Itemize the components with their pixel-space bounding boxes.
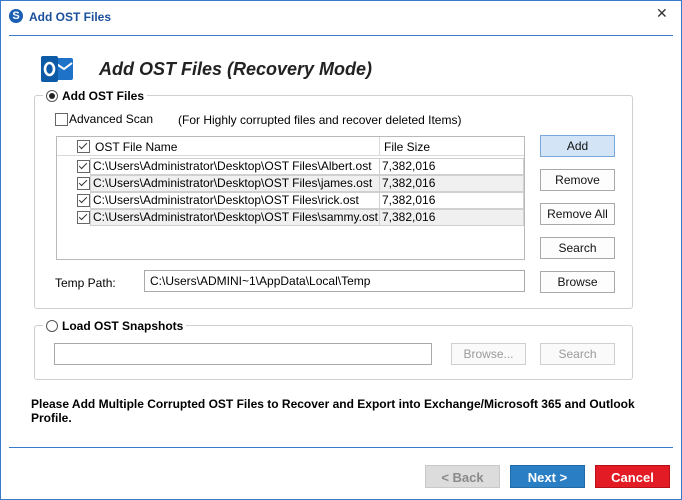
app-logo-icon: S [9, 9, 23, 23]
table-row[interactable]: C:\Users\Administrator\Desktop\OST Files… [57, 209, 524, 226]
row-file-size: 7,382,016 [382, 193, 436, 207]
row-file-name: C:\Users\Administrator\Desktop\OST Files… [93, 159, 372, 173]
browse-button[interactable]: Browse [540, 271, 615, 293]
row-checkbox[interactable] [77, 160, 90, 173]
window-title: Add OST Files [29, 10, 112, 24]
advanced-scan-hint: (For Highly corrupted files and recover … [178, 113, 462, 127]
row-file-size: 7,382,016 [382, 176, 436, 190]
row-file-size: 7,382,016 [382, 159, 436, 173]
table-row[interactable]: C:\Users\Administrator\Desktop\OST Files… [57, 175, 524, 192]
title-bar: S Add OST Files ✕ [1, 1, 681, 31]
add-ost-legend: Add OST Files [62, 89, 145, 103]
back-button[interactable]: < Back [425, 465, 500, 488]
radio-unselected-icon [46, 320, 58, 332]
next-button[interactable]: Next > [510, 465, 585, 488]
load-snapshot-radio[interactable]: Load OST Snapshots [43, 319, 187, 333]
close-icon[interactable]: ✕ [656, 5, 668, 22]
page-title: Add OST Files (Recovery Mode) [99, 59, 373, 79]
temp-path-input[interactable]: C:\Users\ADMINI~1\AppData\Local\Temp [144, 270, 525, 292]
row-file-name: C:\Users\Administrator\Desktop\OST Files… [93, 193, 359, 207]
row-file-name: C:\Users\Administrator\Desktop\OST Files… [93, 176, 373, 190]
select-all-checkbox[interactable] [77, 140, 90, 153]
row-checkbox[interactable] [77, 177, 90, 190]
cancel-button[interactable]: Cancel [595, 465, 670, 488]
add-ost-radio[interactable]: Add OST Files [43, 89, 148, 103]
remove-all-button[interactable]: Remove All [540, 203, 615, 225]
column-header-size[interactable]: File Size [384, 140, 430, 154]
instruction-note: Please Add Multiple Corrupted OST Files … [31, 397, 635, 425]
snapshot-search-button[interactable]: Search [540, 343, 615, 365]
row-checkbox[interactable] [77, 211, 90, 224]
search-button[interactable]: Search [540, 237, 615, 259]
remove-button[interactable]: Remove [540, 169, 615, 191]
title-divider [9, 35, 673, 36]
temp-path-label: Temp Path: [55, 276, 116, 290]
row-file-name: C:\Users\Administrator\Desktop\OST Files… [93, 210, 378, 224]
row-file-size: 7,382,016 [382, 210, 436, 224]
advanced-scan-label: Advanced Scan [69, 112, 154, 126]
table-row[interactable]: C:\Users\Administrator\Desktop\OST Files… [57, 158, 524, 175]
footer-divider [9, 447, 673, 448]
column-header-name[interactable]: OST File Name [95, 140, 177, 154]
table-header: OST File Name File Size [57, 137, 524, 156]
ost-file-table: OST File Name File Size C:\Users\Adminis… [56, 136, 525, 260]
snapshot-browse-button[interactable]: Browse... [451, 343, 526, 365]
outlook-icon [41, 56, 73, 82]
radio-selected-icon [46, 90, 58, 102]
column-divider [379, 137, 380, 155]
dialog-window: S Add OST Files ✕ Add OST Files (Recover… [0, 0, 682, 500]
snapshot-legend: Load OST Snapshots [62, 319, 184, 333]
advanced-scan-checkbox[interactable] [55, 113, 68, 126]
snapshot-path-input[interactable] [54, 343, 432, 365]
table-row[interactable]: C:\Users\Administrator\Desktop\OST Files… [57, 192, 524, 209]
row-checkbox[interactable] [77, 194, 90, 207]
add-button[interactable]: Add [540, 135, 615, 157]
